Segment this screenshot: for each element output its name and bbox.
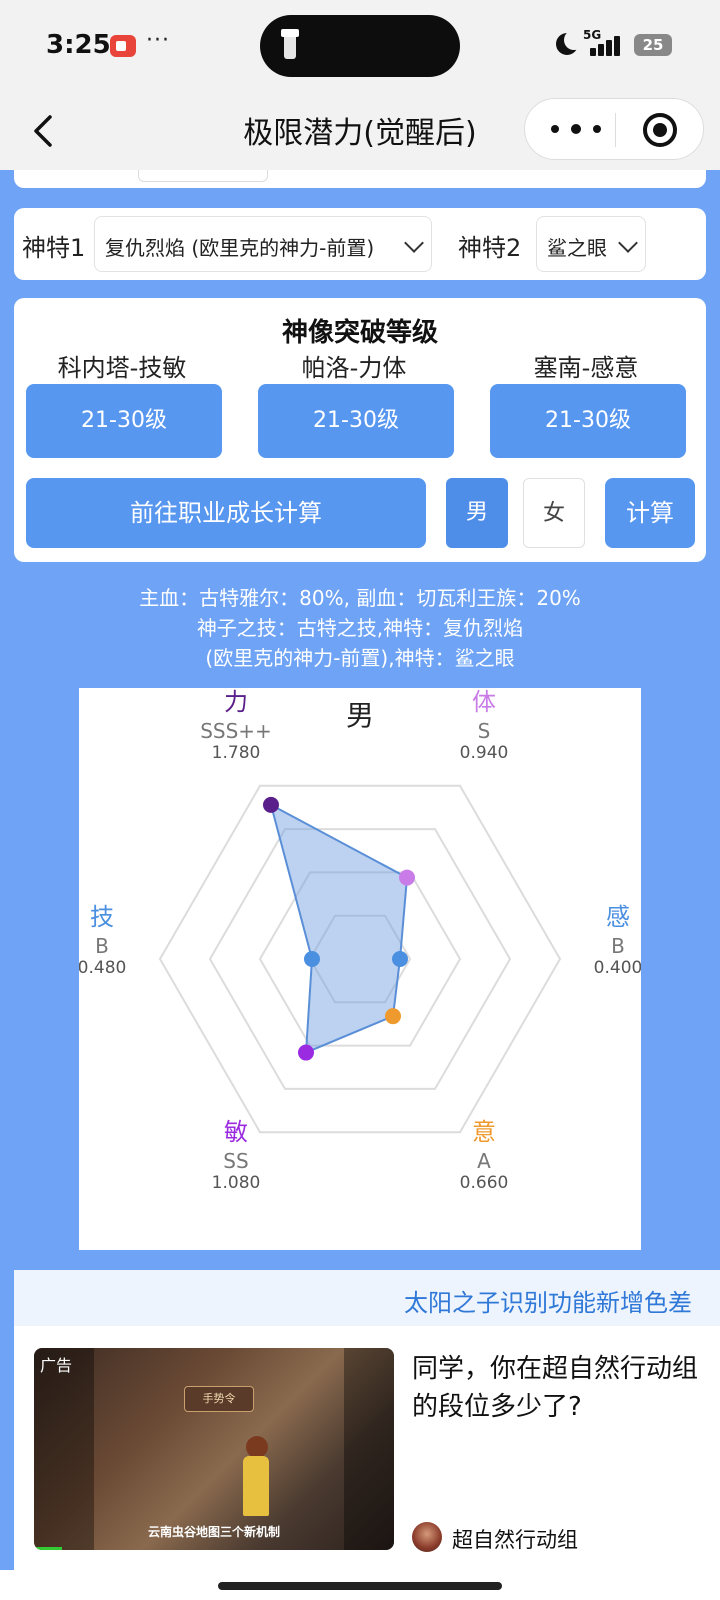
radar-axis-name: 感: [606, 903, 630, 931]
col-label-paluo: 帕洛-力体: [301, 354, 407, 382]
signal-icon: [586, 34, 620, 56]
do-not-disturb-icon: [556, 30, 584, 55]
ad-image-shade: [344, 1348, 394, 1550]
partial-card: [14, 170, 706, 188]
partial-select[interactable]: [138, 170, 268, 182]
ad-tag: 广告: [40, 1356, 73, 1375]
summary-line-3: (欧里克的神力-前置),神特：鲨之眼: [205, 646, 515, 670]
ad-sign: 手势令: [184, 1386, 254, 1412]
ad-caption: 云南虫谷地图三个新机制: [147, 1525, 280, 1539]
chevron-down-icon: [404, 233, 424, 253]
radar-axis-grade: B: [95, 934, 109, 958]
radar-point-4: [298, 1044, 314, 1061]
marquee-text: 太阳之子识别功能新增色差: [404, 1289, 692, 1317]
radar-axis-value: 1.080: [212, 1173, 261, 1193]
ad-source-avatar: [412, 1522, 442, 1552]
battery-indicator: 25: [634, 34, 672, 56]
capsule-divider: [615, 113, 616, 147]
female-button[interactable]: 女: [523, 478, 585, 548]
chevron-down-icon: [618, 233, 638, 253]
radar-point-1: [399, 869, 415, 886]
status-bar: 3:25 ··· 5G 25: [0, 0, 720, 92]
ad-section: 太阳之子识别功能新增色差 手势令 广告 云南虫谷地图三个新机制 同学，你在超自然…: [14, 1270, 720, 1570]
status-more-icon: ···: [146, 28, 170, 53]
ad-image[interactable]: 手势令 广告 云南虫谷地图三个新机制: [34, 1348, 394, 1550]
breakthrough-card: 神像突破等级 科内塔-技敏 帕洛-力体 塞南-感意 21-30级 21-30级 …: [14, 298, 706, 562]
summary-line-2: 神子之技：古特之技,神特：复仇烈焰: [196, 616, 524, 640]
status-time: 3:25: [46, 30, 111, 60]
shente2-value: 鲨之眼: [547, 236, 607, 260]
radar-axis-value: 0.660: [460, 1173, 509, 1193]
page-title: 极限潜力(觉醒后): [243, 116, 477, 151]
calculate-button[interactable]: 计算: [605, 478, 695, 548]
shente-card: 神特1 复仇烈焰 (欧里克的神力-前置) 神特2 鲨之眼: [14, 208, 706, 280]
radar-point-2: [392, 951, 408, 967]
radar-axis-value: 1.780: [212, 743, 261, 763]
radar-axis-name: 技: [90, 903, 114, 931]
flashlight-icon: [281, 29, 299, 59]
col-label-keneita: 科内塔-技敏: [57, 354, 187, 382]
shente2-select[interactable]: 鲨之眼: [536, 216, 646, 272]
radar-axis-grade: SSS++: [200, 719, 272, 743]
close-miniprogram-icon[interactable]: [643, 113, 677, 147]
shente1-select[interactable]: 复仇烈焰 (欧里克的神力-前置): [94, 216, 432, 272]
radar-axis-grade: A: [477, 1149, 491, 1173]
radar-point-0: [263, 796, 279, 813]
back-icon[interactable]: [28, 114, 58, 148]
dynamic-island: [260, 15, 460, 77]
shente2-label: 神特2: [458, 234, 522, 262]
miniprogram-capsule: [524, 98, 704, 160]
radar-axis-name: 意: [472, 1118, 496, 1146]
ad-title[interactable]: 同学，你在超自然行动组的段位多少了?: [412, 1350, 702, 1426]
radar-axis-name: 力: [224, 688, 248, 716]
nav-bar: 极限潜力(觉醒后): [0, 92, 720, 170]
radar-axis-value: 0.940: [460, 743, 509, 763]
level-button-keneita[interactable]: 21-30级: [26, 384, 222, 458]
shente1-label: 神特1: [22, 234, 86, 262]
ad-image-shade: [34, 1348, 94, 1550]
radar-axis-value: 0.480: [79, 958, 126, 978]
radar-point-5: [304, 951, 320, 967]
radar-title: 男: [346, 699, 374, 732]
radar-axis-grade: S: [478, 719, 491, 743]
more-icon[interactable]: [547, 113, 607, 143]
radar-axis-grade: SS: [223, 1149, 248, 1173]
radar-axis-value: 0.400: [594, 958, 641, 978]
radar-chart: 力 SSS++ 1.780 体 S 0.940 感 B 0.400 意 A 0.660 敏 SS 1.080…: [79, 688, 641, 1250]
radar-axis-name: 敏: [224, 1118, 248, 1146]
breakthrough-title: 神像突破等级: [281, 318, 438, 348]
home-indicator[interactable]: [218, 1582, 502, 1590]
career-growth-button[interactable]: 前往职业成长计算: [26, 478, 426, 548]
level-button-paluo[interactable]: 21-30级: [258, 384, 454, 458]
ad-progress-bar: [34, 1547, 62, 1550]
shente1-value: 复仇烈焰 (欧里克的神力-前置): [105, 236, 375, 260]
radar-axis-grade: B: [611, 934, 625, 958]
col-label-sainan: 塞南-感意: [533, 354, 639, 382]
screen-record-icon: [110, 35, 136, 57]
radar-axis-name: 体: [472, 688, 496, 716]
ad-source-name: 超自然行动组: [452, 1528, 578, 1552]
ad-character: [239, 1436, 273, 1526]
male-button[interactable]: 男: [446, 478, 508, 548]
level-button-sainan[interactable]: 21-30级: [490, 384, 686, 458]
summary-line-1: 主血：古特雅尔：80%, 副血：切瓦利王族：20%: [139, 586, 581, 610]
notice-marquee[interactable]: 太阳之子识别功能新增色差: [14, 1270, 720, 1326]
radar-point-3: [385, 1008, 401, 1025]
radar-svg: 力SSS++1.780体S0.940感B0.400意A0.660敏SS1.080…: [79, 688, 641, 1193]
